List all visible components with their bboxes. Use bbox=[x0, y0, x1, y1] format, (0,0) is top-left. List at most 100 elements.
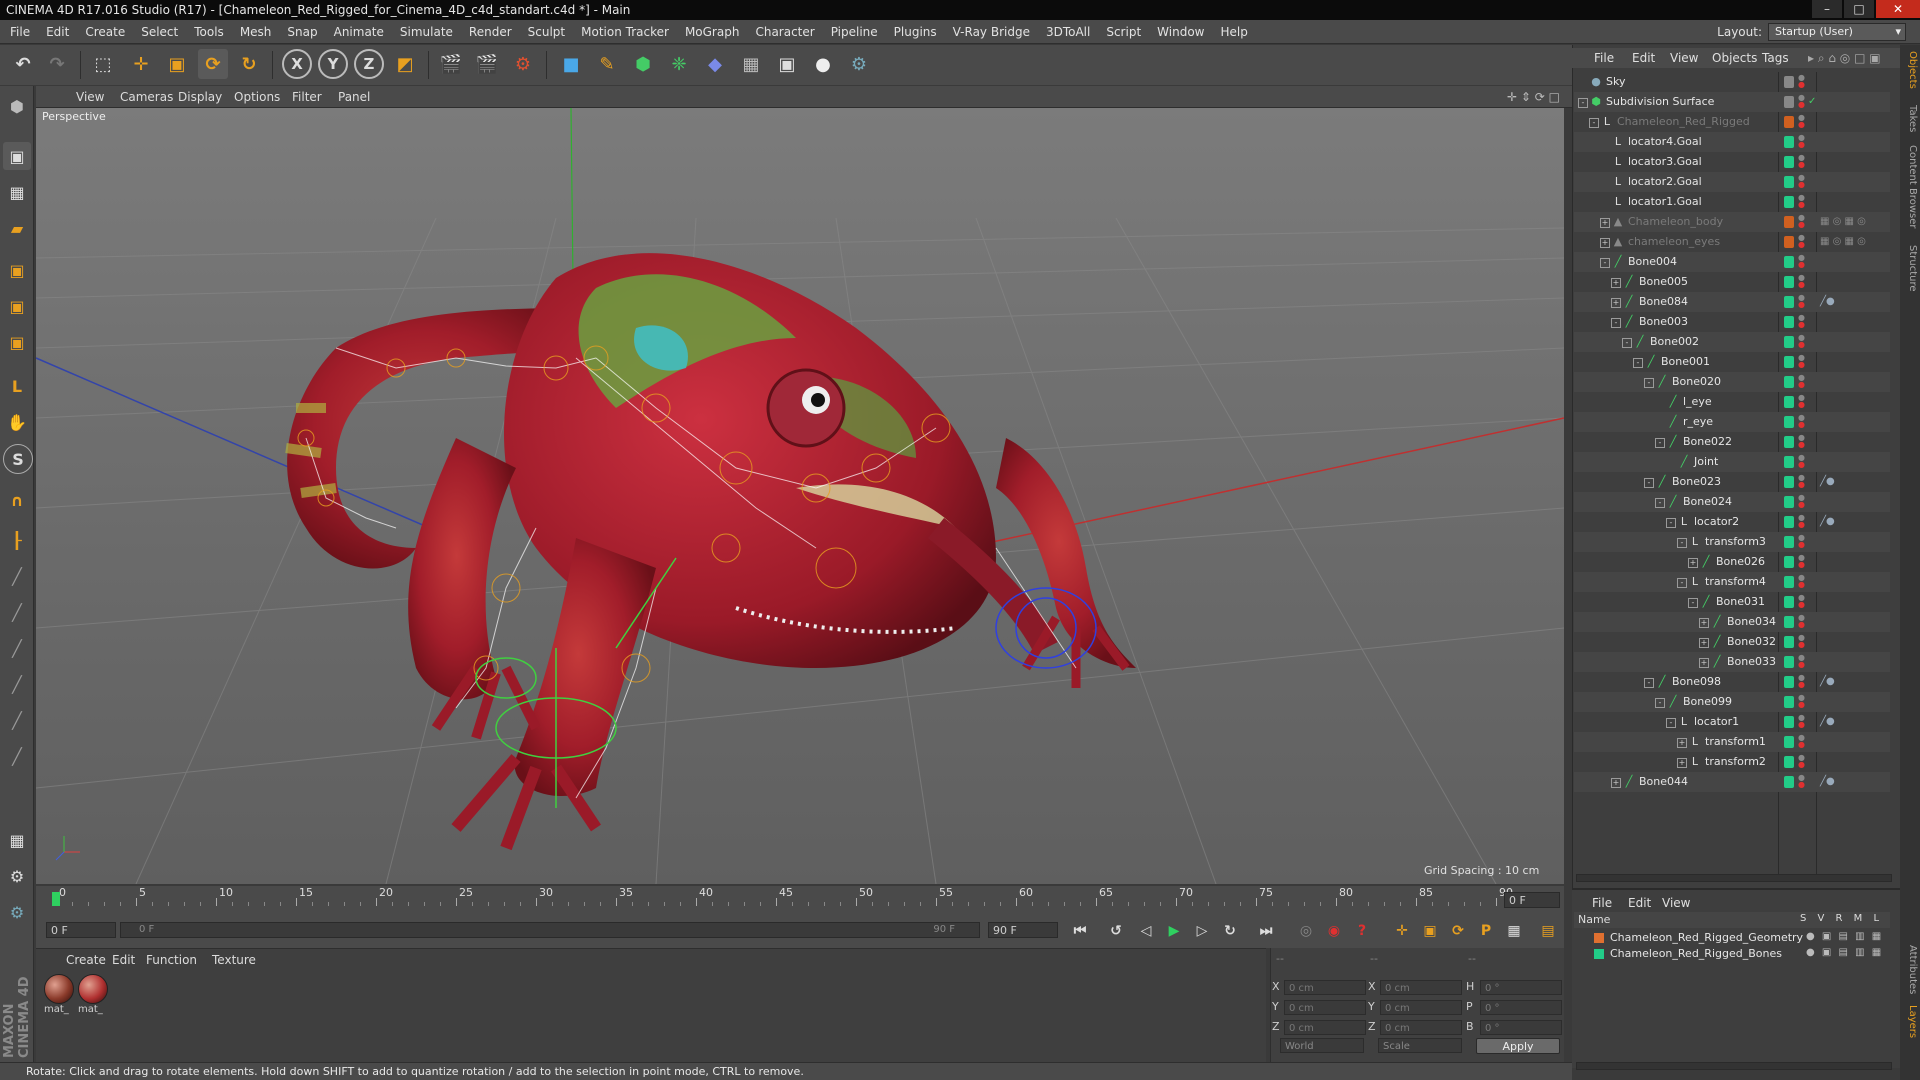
menu-plugins[interactable]: Plugins bbox=[894, 25, 937, 39]
material-menu-create[interactable]: Create bbox=[66, 953, 106, 967]
coordinate-space-select[interactable]: World bbox=[1280, 1038, 1364, 1053]
collapse-icon[interactable]: - bbox=[1666, 518, 1676, 528]
coord-value-field[interactable]: 0 ° bbox=[1480, 980, 1562, 995]
editor-render-dots[interactable]: ● ● bbox=[1798, 494, 1805, 510]
object-row[interactable]: - Ltransform4 ● ● bbox=[1574, 572, 1890, 592]
collapse-icon[interactable]: - bbox=[1655, 438, 1665, 448]
menu-character[interactable]: Character bbox=[755, 25, 814, 39]
menu-animate[interactable]: Animate bbox=[334, 25, 384, 39]
object-row[interactable]: - ╱ Bone031 ● ● bbox=[1574, 592, 1890, 612]
coordinate-system-icon[interactable]: ◩ bbox=[390, 49, 420, 79]
object-row[interactable]: + ▲ Chameleon_body ● ● ▦ ◎ ▦ ◎ bbox=[1574, 212, 1890, 232]
object-row[interactable]: - ╱ Bone004 ● ● bbox=[1574, 252, 1890, 272]
object-menu-file[interactable]: File bbox=[1594, 51, 1614, 65]
joint-align-icon[interactable]: ╱ bbox=[3, 670, 31, 698]
editor-render-dots[interactable]: ● ● bbox=[1798, 694, 1805, 710]
texture-mode-icon[interactable]: ▦ bbox=[3, 178, 31, 206]
object-row[interactable]: - ╱ Bone099 ● ● bbox=[1574, 692, 1890, 712]
render-picture-viewer-icon[interactable]: 🎬 bbox=[472, 49, 502, 79]
editor-render-dots[interactable]: ● ● bbox=[1798, 734, 1805, 750]
menu-mograph[interactable]: MoGraph bbox=[685, 25, 740, 39]
visibility-toggle[interactable] bbox=[1784, 536, 1794, 548]
viewport-nav-icons[interactable]: ✛ ⇕ ⟳ □ bbox=[1507, 90, 1560, 104]
object-scrollbar[interactable] bbox=[1576, 874, 1892, 882]
object-row[interactable]: - ⬢ Subdivision Surface ● ● ✓ bbox=[1574, 92, 1890, 112]
current-frame-field[interactable]: 0 F bbox=[1504, 892, 1560, 908]
edges-mode-icon[interactable]: ▣ bbox=[3, 292, 31, 320]
key-rotation-icon[interactable]: ⟳ bbox=[1446, 919, 1470, 943]
grid-lock-icon[interactable]: ▦ bbox=[3, 826, 31, 854]
layer-menu-edit[interactable]: Edit bbox=[1628, 896, 1651, 910]
magnet-icon[interactable]: ∩ bbox=[3, 486, 31, 514]
visibility-toggle[interactable] bbox=[1784, 656, 1794, 668]
coord-value-field[interactable]: 0 cm bbox=[1284, 1020, 1366, 1035]
menu-v-ray-bridge[interactable]: V-Ray Bridge bbox=[953, 25, 1030, 39]
visibility-toggle[interactable] bbox=[1784, 336, 1794, 348]
collapse-icon[interactable]: - bbox=[1633, 358, 1643, 368]
y-axis-button[interactable]: Y bbox=[318, 49, 348, 79]
editor-render-dots[interactable]: ● ● bbox=[1798, 774, 1805, 790]
visibility-toggle[interactable] bbox=[1784, 676, 1794, 688]
next-frame-icon[interactable]: ▷ bbox=[1190, 919, 1214, 943]
editor-render-dots[interactable]: ● ● bbox=[1798, 714, 1805, 730]
viewport-menu-options[interactable]: Options bbox=[234, 90, 280, 104]
menu-3dtoall[interactable]: 3DToAll bbox=[1046, 25, 1090, 39]
editor-render-dots[interactable]: ● ● bbox=[1798, 94, 1805, 110]
editor-render-dots[interactable]: ● ● bbox=[1798, 194, 1805, 210]
coordinate-mode-select[interactable]: Scale bbox=[1378, 1038, 1462, 1053]
object-row[interactable]: - Llocator2 ● ● ╱● bbox=[1574, 512, 1890, 532]
editor-render-dots[interactable]: ● ● bbox=[1798, 114, 1805, 130]
editor-render-dots[interactable]: ● ● bbox=[1798, 374, 1805, 390]
visibility-toggle[interactable] bbox=[1784, 416, 1794, 428]
menu-create[interactable]: Create bbox=[85, 25, 125, 39]
menu-file[interactable]: File bbox=[10, 25, 30, 39]
ik-tag-icon[interactable]: ╱● bbox=[1820, 476, 1835, 488]
menu-pipeline[interactable]: Pipeline bbox=[831, 25, 878, 39]
side-tab-takes[interactable]: Takes bbox=[1902, 105, 1918, 132]
coord-value-field[interactable]: 0 ° bbox=[1480, 1000, 1562, 1015]
visibility-toggle[interactable] bbox=[1784, 96, 1794, 108]
texture-tags-icon[interactable]: ▦ ◎ ▦ ◎ bbox=[1820, 236, 1890, 248]
visibility-toggle[interactable] bbox=[1784, 316, 1794, 328]
object-row[interactable]: - L Chameleon_Red_Rigged ● ● bbox=[1574, 112, 1890, 132]
collapse-icon[interactable]: - bbox=[1677, 578, 1687, 588]
go-to-end-icon[interactable]: ⏭ bbox=[1254, 919, 1278, 943]
texture-tags-icon[interactable]: ▦ ◎ ▦ ◎ bbox=[1820, 216, 1890, 228]
coord-value-field[interactable]: 0 cm bbox=[1284, 1000, 1366, 1015]
object-row[interactable]: + ▲ chameleon_eyes ● ● ▦ ◎ ▦ ◎ bbox=[1574, 232, 1890, 252]
editor-render-dots[interactable]: ● ● bbox=[1798, 474, 1805, 490]
layer-menu-view[interactable]: View bbox=[1662, 896, 1690, 910]
object-row[interactable]: - ╱ Bone024 ● ● bbox=[1574, 492, 1890, 512]
live-selection-icon[interactable]: ⬚ bbox=[88, 49, 118, 79]
editor-render-dots[interactable]: ● ● bbox=[1798, 634, 1805, 650]
layer-row[interactable]: Chameleon_Red_Rigged_Geometry ● ▣ ▤ ▥ ▦ bbox=[1574, 930, 1890, 946]
object-row[interactable]: ╱ r_eye ● ● bbox=[1574, 412, 1890, 432]
object-row[interactable]: ╱ l_eye ● ● bbox=[1574, 392, 1890, 412]
menu-window[interactable]: Window bbox=[1157, 25, 1204, 39]
3d-viewport[interactable] bbox=[36, 108, 1564, 884]
object-row[interactable]: + Ltransform2 ● ● bbox=[1574, 752, 1890, 772]
model-mode-icon[interactable]: ▣ bbox=[3, 142, 31, 170]
expand-icon[interactable]: + bbox=[1611, 778, 1621, 788]
visibility-toggle[interactable] bbox=[1784, 736, 1794, 748]
visibility-toggle[interactable] bbox=[1784, 176, 1794, 188]
menu-mesh[interactable]: Mesh bbox=[240, 25, 272, 39]
visibility-toggle[interactable] bbox=[1784, 436, 1794, 448]
ik-tag-icon[interactable]: ╱● bbox=[1820, 296, 1835, 308]
editor-render-dots[interactable]: ● ● bbox=[1798, 234, 1805, 250]
object-row[interactable]: + Ltransform1 ● ● bbox=[1574, 732, 1890, 752]
object-row[interactable]: ╱ Joint ● ● bbox=[1574, 452, 1890, 472]
visibility-toggle[interactable] bbox=[1784, 556, 1794, 568]
pen-spline-icon[interactable]: ✎ bbox=[592, 49, 622, 79]
editor-render-dots[interactable]: ● ● bbox=[1798, 574, 1805, 590]
object-row[interactable]: Llocator3.Goal ● ● bbox=[1574, 152, 1890, 172]
collapse-icon[interactable]: - bbox=[1644, 378, 1654, 388]
joint-tool-icon[interactable]: ┠ bbox=[3, 526, 31, 554]
object-row[interactable]: Llocator4.Goal ● ● bbox=[1574, 132, 1890, 152]
object-row[interactable]: - Ltransform3 ● ● bbox=[1574, 532, 1890, 552]
autokey-icon[interactable]: ◉ bbox=[1322, 919, 1346, 943]
side-tab-layers[interactable]: Layers bbox=[1902, 1005, 1918, 1038]
editor-render-dots[interactable]: ● ● bbox=[1798, 534, 1805, 550]
layout-select[interactable]: Startup (User) bbox=[1768, 23, 1906, 41]
material-swatch-2[interactable] bbox=[78, 974, 108, 1004]
